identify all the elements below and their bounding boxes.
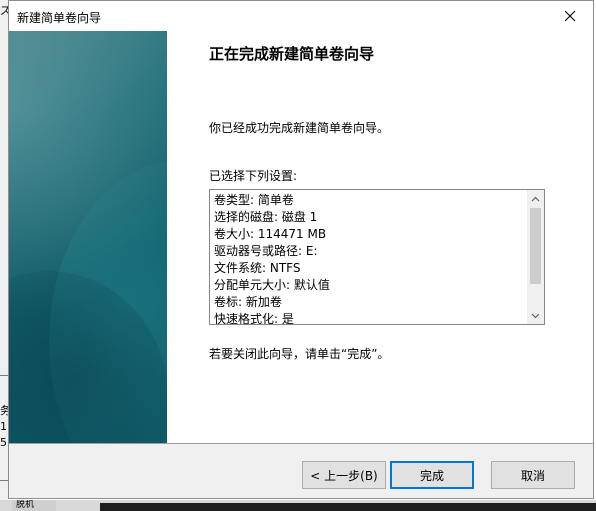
button-bar: < 上一步(B) 完成 取消 [9, 444, 593, 498]
background-divider [0, 375, 8, 376]
success-message: 你已经成功完成新建简单卷向导。 [209, 121, 390, 135]
settings-lines: 卷类型: 简单卷 选择的磁盘: 磁盘 1 卷大小: 114471 MB 驱动器号… [214, 192, 526, 325]
background-divider [0, 480, 8, 481]
wizard-dialog: 新建简单卷向导 正在完成新建简单卷向导 你已经成功完成新建简单卷向导。 已选择下… [8, 0, 594, 499]
setting-line: 驱动器号或路径: E: [214, 244, 318, 258]
wizard-content: 正在完成新建简单卷向导 你已经成功完成新建简单卷向导。 已选择下列设置: 卷类型… [167, 31, 593, 443]
title-bar[interactable]: 新建简单卷向导 [9, 1, 593, 31]
page-title: 正在完成新建简单卷向导 [209, 45, 375, 63]
background-text-fragment: 务 [0, 404, 8, 417]
setting-line: 文件系统: NTFS [214, 261, 301, 275]
close-button[interactable] [547, 1, 593, 31]
scroll-up-button[interactable] [527, 190, 544, 207]
background-window-edge [0, 0, 8, 511]
background-text-fragment: 1 [0, 420, 7, 433]
scroll-thumb[interactable] [530, 208, 541, 284]
settings-label: 已选择下列设置: [209, 169, 298, 183]
wizard-side-graphic [9, 31, 167, 443]
setting-line: 卷标: 新加卷 [214, 295, 282, 309]
setting-line: 选择的磁盘: 磁盘 1 [214, 210, 318, 224]
close-icon [564, 10, 576, 22]
back-button[interactable]: < 上一步(B) [302, 461, 386, 489]
background-text-fragment: ズ [0, 4, 8, 17]
chevron-down-icon [531, 313, 540, 318]
setting-line: 分配单元大小: 默认值 [214, 278, 330, 292]
chevron-up-icon [531, 196, 540, 201]
background-text-fragment: 5 [0, 436, 7, 449]
close-instruction: 若要关闭此向导，请单击“完成”。 [209, 347, 390, 361]
setting-line: 卷类型: 简单卷 [214, 193, 294, 207]
scroll-down-button[interactable] [527, 307, 544, 324]
cancel-button[interactable]: 取消 [491, 461, 575, 489]
finish-button[interactable]: 完成 [390, 461, 474, 489]
window-title: 新建简单卷向导 [17, 11, 102, 25]
setting-line: 卷大小: 114471 MB [214, 227, 327, 241]
settings-list[interactable]: 卷类型: 简单卷 选择的磁盘: 磁盘 1 卷大小: 114471 MB 驱动器号… [209, 189, 545, 325]
vertical-scrollbar[interactable] [527, 190, 544, 324]
background-disk-bar [100, 503, 596, 511]
setting-line: 快速格式化: 是 [214, 312, 294, 325]
background-disk-status: 脱机 [12, 500, 56, 511]
